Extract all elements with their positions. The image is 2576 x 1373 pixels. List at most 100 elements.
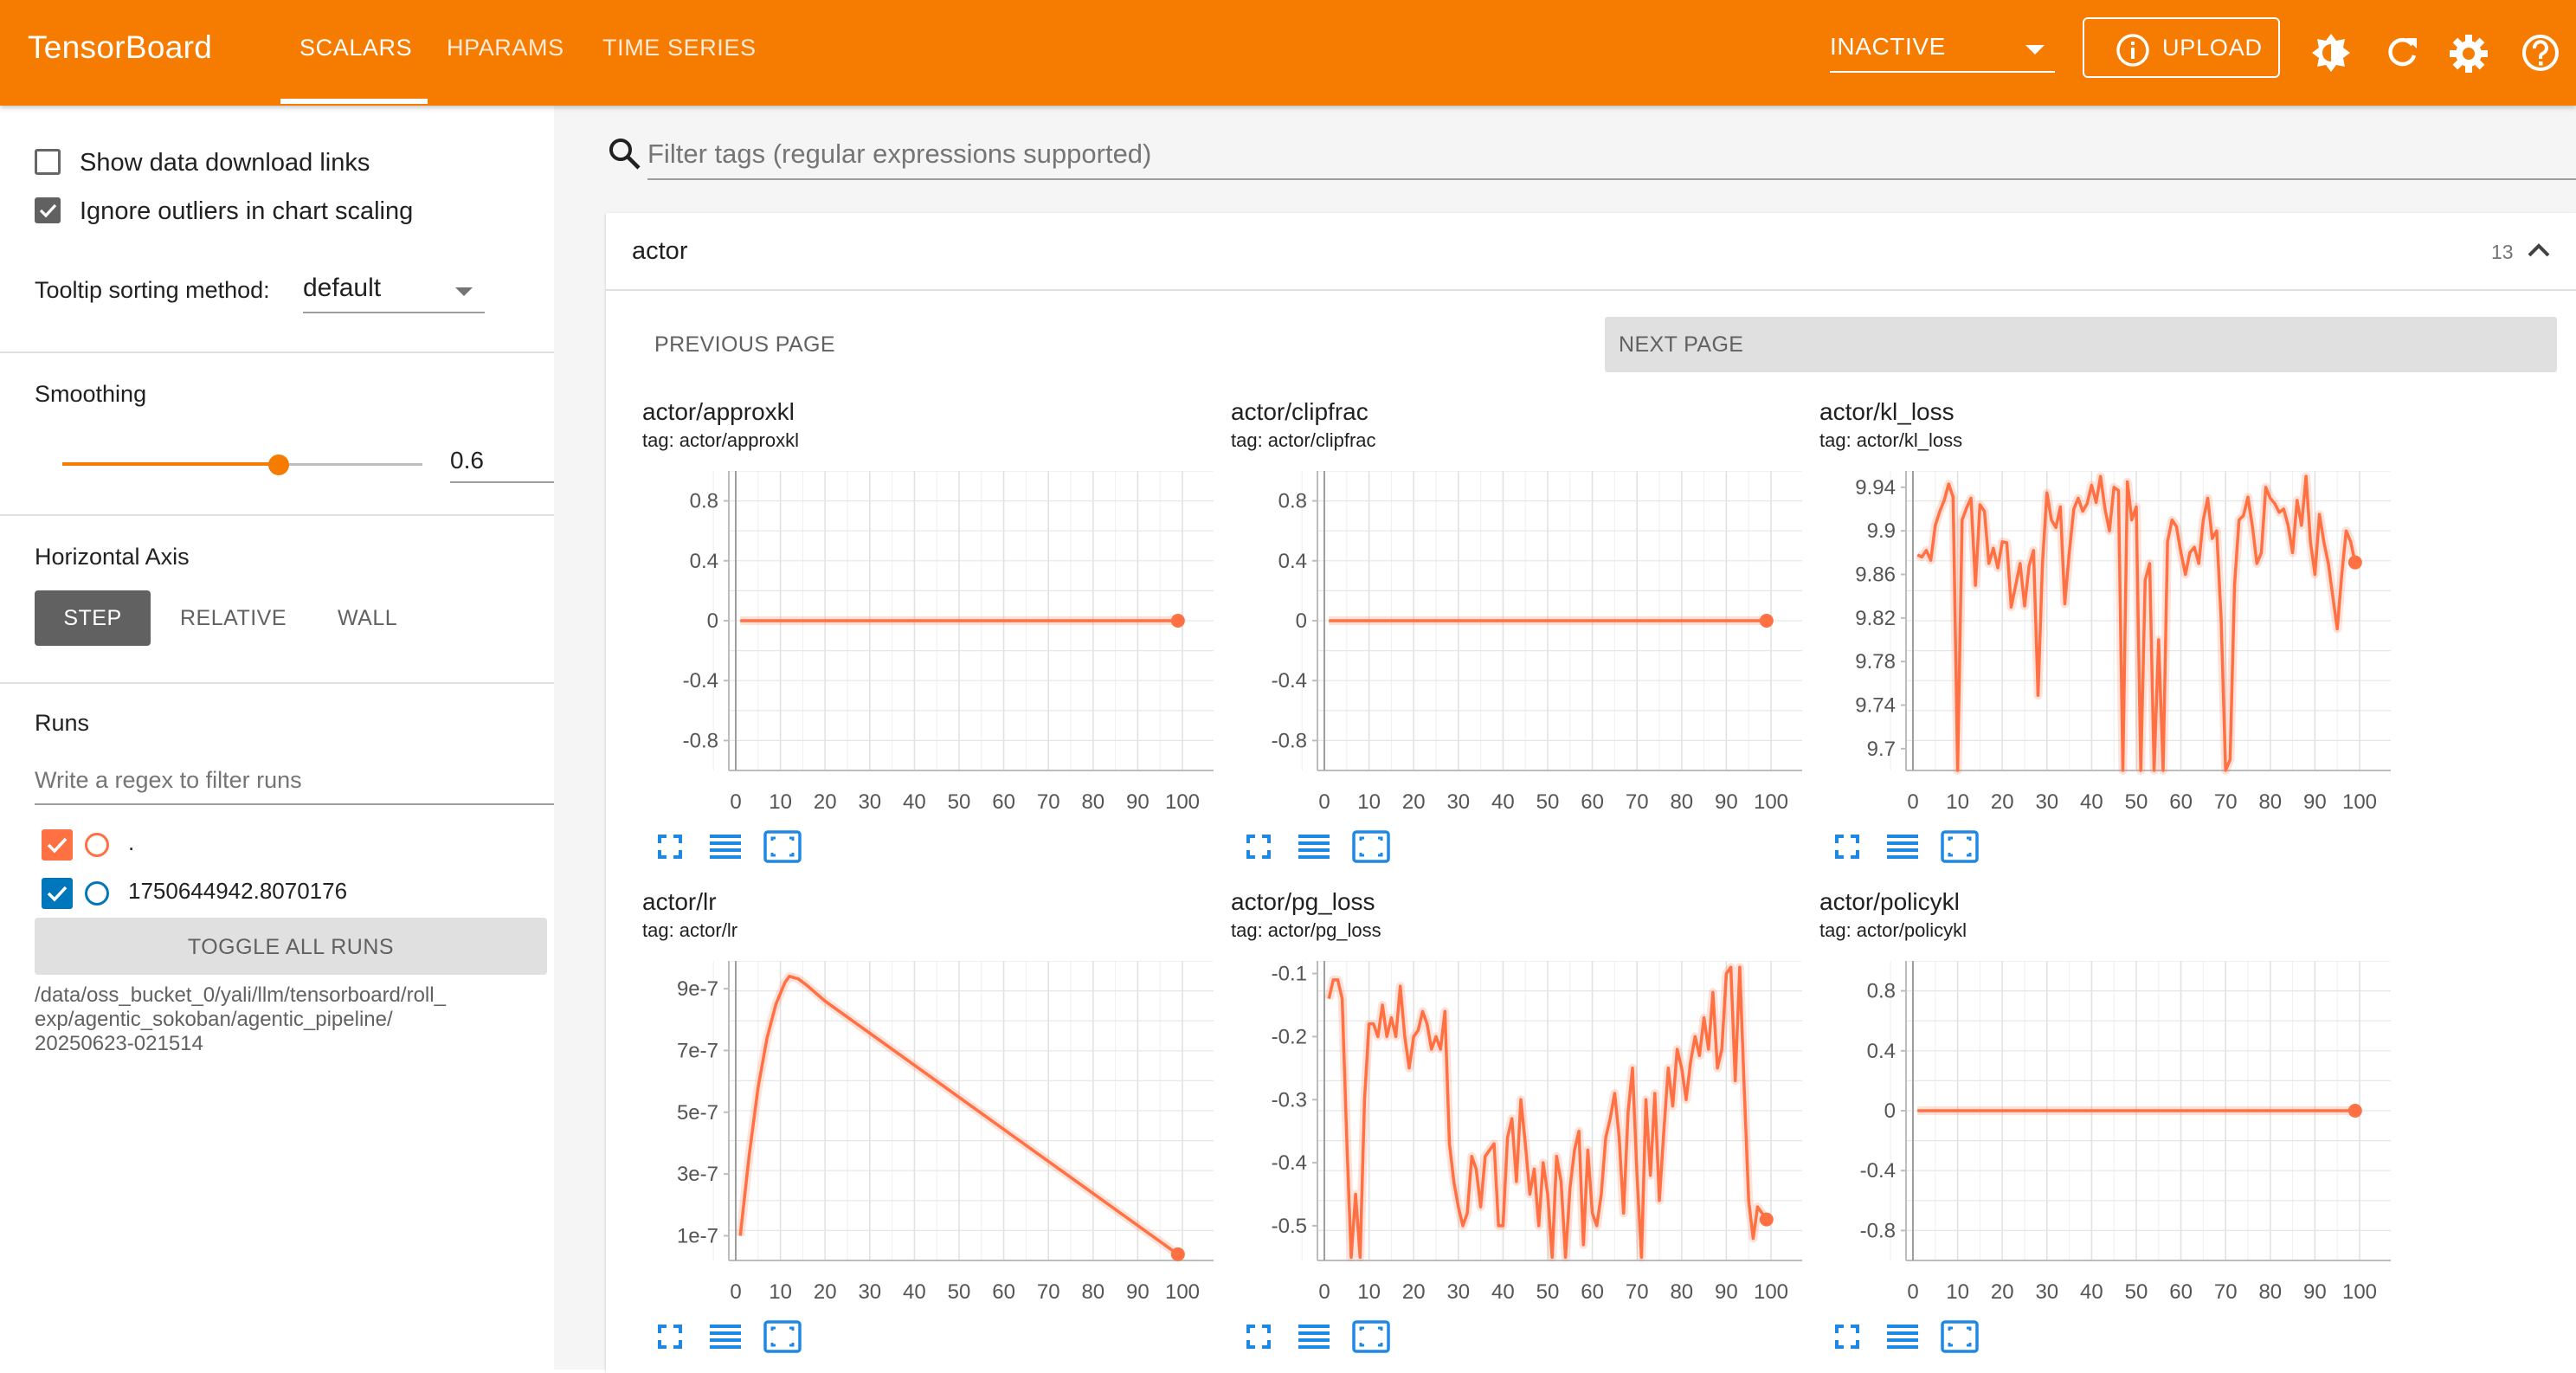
- fit-domain-icon[interactable]: [1941, 830, 1979, 863]
- x-tick-label: 20: [814, 790, 837, 814]
- run-checkbox[interactable]: [42, 829, 73, 861]
- log-scale-icon[interactable]: [1885, 1321, 1920, 1352]
- fit-domain-icon[interactable]: [763, 1320, 802, 1353]
- tag-filter-input[interactable]: [647, 130, 2576, 180]
- settings-icon[interactable]: [2446, 31, 2491, 76]
- x-tick-label: 80: [2258, 1280, 2282, 1304]
- next-page-label: NEXT PAGE: [1619, 332, 1744, 357]
- fullscreen-icon[interactable]: [1243, 831, 1274, 862]
- y-tick-label: 7e-7: [677, 1039, 718, 1062]
- fullscreen-icon[interactable]: [654, 1321, 686, 1352]
- run-color-swatch[interactable]: [85, 833, 109, 857]
- series-end-point[interactable]: [1170, 614, 1185, 628]
- x-tick-label: 30: [1446, 1280, 1470, 1304]
- fullscreen-icon[interactable]: [1832, 831, 1863, 862]
- smoothing-slider-thumb[interactable]: [267, 454, 289, 475]
- run-color-swatch[interactable]: [85, 881, 109, 906]
- x-tick-label: 30: [2035, 1280, 2058, 1304]
- fullscreen-icon[interactable]: [1243, 1321, 1274, 1352]
- x-tick-label: 100: [2342, 790, 2377, 814]
- info-icon: [2116, 34, 2149, 67]
- fullscreen-icon[interactable]: [1832, 1321, 1863, 1352]
- upload-button[interactable]: UPLOAD: [2083, 17, 2280, 78]
- x-tick-label: 20: [814, 1280, 837, 1304]
- log-scale-icon[interactable]: [708, 831, 743, 862]
- chart-title: actor/clipfrac: [1231, 398, 1368, 425]
- tag-group-name: actor: [632, 237, 688, 265]
- tag-group-header[interactable]: actor 13: [606, 213, 2576, 291]
- reload-select[interactable]: INACTIVE: [1830, 33, 2055, 73]
- tooltip-sorting-label: Tooltip sorting method:: [35, 277, 270, 303]
- x-tick-label: 0: [1907, 1280, 1918, 1304]
- toggle-all-runs-button[interactable]: TOGGLE ALL RUNS: [35, 918, 547, 975]
- next-page-button[interactable]: NEXT PAGE: [1605, 317, 2557, 372]
- chevron-up-icon[interactable]: [2526, 239, 2552, 261]
- x-tick-label: 0: [1907, 790, 1918, 814]
- chart-tag: tag: actor/pg_loss: [1231, 919, 1381, 941]
- previous-page-button[interactable]: PREVIOUS PAGE: [654, 332, 835, 358]
- y-tick-label: -0.8: [1860, 1219, 1896, 1242]
- ignore-outliers-checkbox[interactable]: [35, 197, 61, 223]
- tooltip-sorting-select[interactable]: default: [303, 270, 485, 313]
- top-app-bar: TensorBoard SCALARS HPARAMS TIME SERIES …: [0, 0, 2576, 106]
- x-tick-label: 80: [1081, 1280, 1104, 1304]
- log-scale-icon[interactable]: [1885, 831, 1920, 862]
- line-chart[interactable]: 9.94 9.9 9.86 9.82 9.78 9.74 9.7 0 10 20 30 40 50 60 7…: [1819, 471, 2408, 817]
- log-scale-icon[interactable]: [1297, 831, 1331, 862]
- series-end-point[interactable]: [2347, 1104, 2362, 1118]
- help-icon[interactable]: [2519, 31, 2562, 74]
- series-end-point[interactable]: [1759, 614, 1774, 628]
- smoothing-input[interactable]: 0.6: [450, 438, 554, 483]
- series-end-point[interactable]: [2347, 555, 2362, 570]
- checkmark-icon: [47, 886, 68, 902]
- log-scale-icon[interactable]: [708, 1321, 743, 1352]
- divider: [0, 514, 554, 516]
- fit-domain-icon[interactable]: [763, 830, 802, 863]
- refresh-icon[interactable]: [2380, 31, 2424, 74]
- logdir-path: /data/oss_bucket_0/yali/llm/tensorboard/…: [35, 983, 446, 1055]
- line-chart[interactable]: 0.8 0.4 0 -0.4 -0.8 0 10 20 30 40 50 60 70 80 90 100: [642, 471, 1231, 817]
- y-tick-label: 0: [1884, 1099, 1896, 1123]
- chevron-down-icon: [455, 287, 473, 296]
- fit-domain-icon[interactable]: [1941, 1320, 1979, 1353]
- chart-title: actor/pg_loss: [1231, 888, 1375, 915]
- x-tick-label: 30: [858, 1280, 881, 1304]
- y-tick-label: 9.78: [1855, 650, 1896, 674]
- show-download-links-checkbox[interactable]: [35, 149, 61, 175]
- line-chart[interactable]: 0.8 0.4 0 -0.4 -0.8 0 10 20 30 40 50 60 70 80 90 100: [1819, 961, 2408, 1307]
- line-chart[interactable]: 0.8 0.4 0 -0.4 -0.8 0 10 20 30 40 50 60 70 80 90 100: [1231, 471, 1819, 817]
- series-end-point[interactable]: [1170, 1247, 1185, 1261]
- y-tick-label: 0: [1296, 609, 1307, 633]
- x-tick-label: 40: [2080, 790, 2103, 814]
- x-tick-label: 80: [1670, 790, 1693, 814]
- series-end-point[interactable]: [1759, 1212, 1774, 1227]
- x-tick-label: 40: [2080, 1280, 2103, 1304]
- axis-step-button[interactable]: STEP: [35, 590, 151, 646]
- line-chart[interactable]: 9e-7 7e-7 5e-7 3e-7 1e-7 0 10 20 30 40 50 60 70 80 90 1…: [642, 961, 1231, 1307]
- tab-time-series[interactable]: TIME SERIES: [602, 35, 757, 61]
- tag-group-count: 13: [2491, 241, 2514, 263]
- log-scale-icon[interactable]: [1297, 1321, 1331, 1352]
- smoothing-slider[interactable]: [62, 452, 422, 478]
- y-tick-label: -0.4: [1272, 1151, 1307, 1175]
- axis-relative-button[interactable]: RELATIVE: [180, 606, 287, 631]
- y-tick-label: -0.8: [683, 729, 718, 752]
- runs-label: Runs: [35, 710, 90, 736]
- tab-scalars[interactable]: SCALARS: [299, 35, 412, 61]
- active-tab-indicator: [280, 99, 428, 104]
- line-chart[interactable]: -0.1 -0.2 -0.3 -0.4 -0.5 0 10 20 30 40 50 60 70 80 90 1…: [1231, 961, 1819, 1307]
- tab-hparams[interactable]: HPARAMS: [447, 35, 564, 61]
- axis-step-label: STEP: [63, 606, 122, 630]
- fit-domain-icon[interactable]: [1352, 1320, 1390, 1353]
- runs-filter-input[interactable]: [35, 757, 554, 805]
- fullscreen-icon[interactable]: [654, 831, 686, 862]
- run-checkbox[interactable]: [42, 878, 73, 909]
- x-tick-label: 70: [2214, 1280, 2238, 1304]
- x-tick-label: 80: [1081, 790, 1104, 814]
- fit-domain-icon[interactable]: [1352, 830, 1390, 863]
- axis-wall-button[interactable]: WALL: [338, 606, 397, 631]
- x-tick-label: 20: [1991, 790, 2014, 814]
- x-tick-label: 60: [1581, 790, 1604, 814]
- brightness-icon[interactable]: [2309, 31, 2353, 74]
- upload-label: UPLOAD: [2162, 35, 2263, 61]
